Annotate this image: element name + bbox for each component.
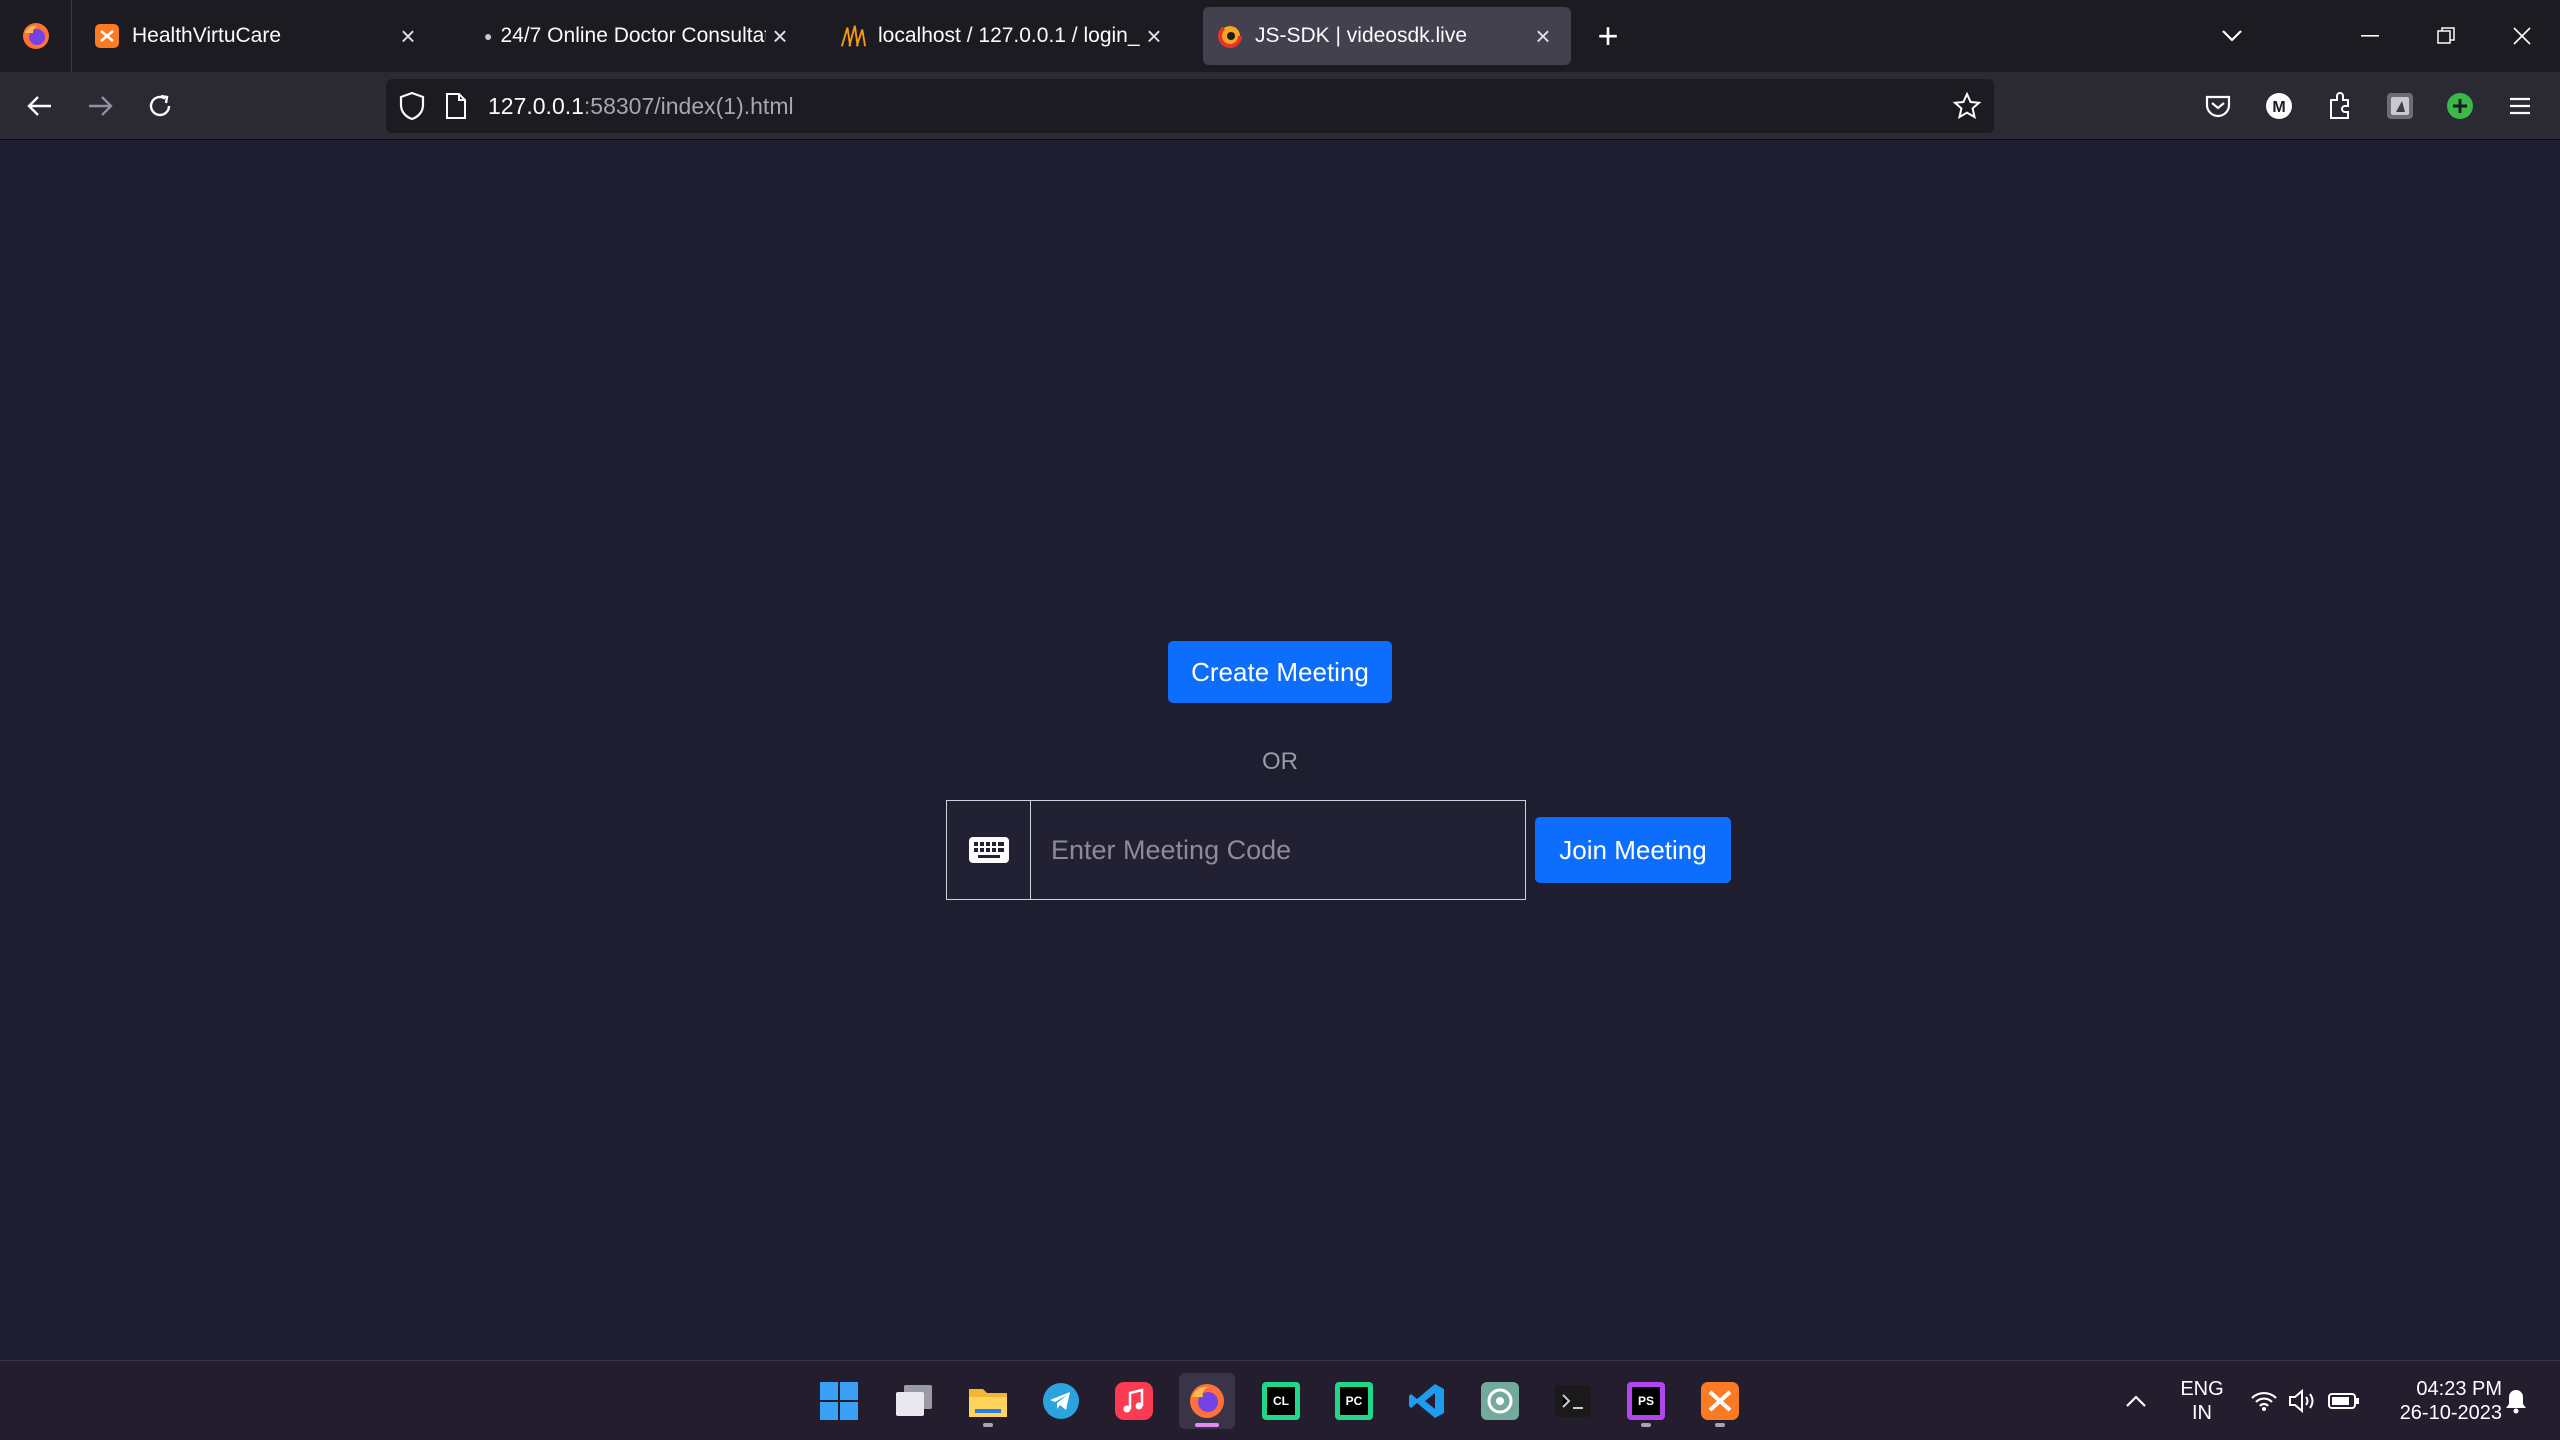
svg-text:PS: PS — [1638, 1394, 1654, 1408]
clock-time: 04:23 PM — [2416, 1378, 2502, 1400]
page-icon[interactable] — [444, 92, 468, 125]
url-path: :58307/index(1).html — [583, 93, 794, 119]
tab-doctor-consultation[interactable]: ● 24/7 Online Doctor Consultation × — [470, 7, 808, 65]
firefox-icon[interactable] — [1179, 1373, 1235, 1429]
forward-button[interactable] — [80, 86, 120, 126]
reload-icon — [149, 94, 171, 117]
tab-title: 24/7 Online Doctor Consultation — [500, 24, 766, 47]
firefox-view-button[interactable] — [0, 0, 72, 72]
svg-text:M: M — [2272, 99, 2285, 116]
minimize-icon — [2361, 35, 2379, 37]
green-extension-icon[interactable] — [2440, 86, 2480, 126]
minimize-button[interactable] — [2350, 18, 2390, 54]
app-menu-icon[interactable] — [2500, 86, 2540, 126]
tab-phpmyadmin[interactable]: localhost / 127.0.0.1 / login_reg × — [826, 7, 1182, 65]
chevron-down-icon — [2222, 30, 2242, 42]
chatgpt-icon[interactable] — [1472, 1373, 1528, 1429]
close-window-button[interactable] — [2502, 18, 2542, 54]
volume-icon[interactable] — [2284, 1361, 2320, 1440]
pocket-icon[interactable] — [2198, 86, 2238, 126]
or-separator: OR — [1262, 748, 1298, 775]
close-icon[interactable]: × — [766, 21, 794, 51]
reload-button[interactable] — [140, 86, 180, 126]
start-icon[interactable] — [811, 1373, 867, 1429]
telegram-icon[interactable] — [1033, 1373, 1089, 1429]
tab-title: HealthVirtuCare — [132, 24, 282, 47]
list-all-tabs-button[interactable] — [2212, 18, 2252, 54]
phpmyadmin-icon — [840, 23, 866, 49]
terminal-icon[interactable] — [1545, 1373, 1601, 1429]
back-button[interactable] — [20, 86, 60, 126]
url-bar[interactable]: 127.0.0.1:58307/index(1).html — [386, 79, 1994, 133]
profile-avatar-icon[interactable]: M — [2259, 86, 2299, 126]
restore-button[interactable] — [2426, 18, 2466, 54]
meeting-code-group — [946, 800, 1526, 900]
clock[interactable]: 04:23 PM 26-10-2023 — [2372, 1361, 2502, 1440]
clion-icon[interactable]: CL — [1253, 1373, 1309, 1429]
firefox-icon — [22, 23, 49, 49]
page-content: Create Meeting OR Join Meeting — [0, 140, 2560, 1360]
create-meeting-button[interactable]: Create Meeting — [1168, 641, 1392, 703]
clock-date: 26-10-2023 — [2399, 1402, 2502, 1424]
url-text[interactable]: 127.0.0.1:58307/index(1).html — [488, 93, 794, 120]
running-indicator — [1641, 1423, 1651, 1427]
language-indicator[interactable]: ENG IN — [2170, 1361, 2234, 1440]
tab-title: JS-SDK | videosdk.live — [1255, 24, 1468, 47]
tab-js-sdk[interactable]: JS-SDK | videosdk.live × — [1203, 7, 1571, 65]
bookmark-star-icon[interactable] — [1952, 91, 1982, 126]
active-indicator — [1195, 1423, 1219, 1427]
tab-healthvirtucare[interactable]: HealthVirtuCare × — [80, 7, 436, 65]
chevron-up-icon — [2126, 1395, 2146, 1407]
keyboard-icon — [947, 801, 1031, 899]
healthvirtucare-icon — [94, 23, 120, 49]
pycharm-icon[interactable]: PC — [1326, 1373, 1382, 1429]
wifi-icon[interactable] — [2246, 1361, 2282, 1440]
tab-title: localhost / 127.0.0.1 / login_reg — [878, 24, 1140, 47]
apple-music-icon[interactable] — [1106, 1373, 1162, 1429]
extensions-icon[interactable] — [2320, 86, 2360, 126]
tab-strip: HealthVirtuCare × ● 24/7 Online Doctor C… — [0, 0, 2560, 72]
close-icon[interactable]: × — [394, 21, 422, 51]
videosdk-icon — [1217, 23, 1243, 49]
region-code: IN — [2192, 1402, 2212, 1424]
file-explorer-icon[interactable] — [960, 1373, 1016, 1429]
vscode-icon[interactable] — [1399, 1373, 1455, 1429]
url-host: 127.0.0.1 — [488, 93, 584, 119]
close-icon[interactable]: × — [1140, 21, 1168, 51]
language-code: ENG — [2180, 1378, 2224, 1400]
running-indicator — [1715, 1423, 1725, 1427]
join-meeting-button[interactable]: Join Meeting — [1535, 817, 1731, 883]
navigation-toolbar: 127.0.0.1:58307/index(1).html M — [0, 72, 2560, 140]
svg-text:CL: CL — [1273, 1394, 1289, 1408]
windows-taskbar: CL PC PS ENG IN 04:23 PM 26-10-2023 — [0, 1360, 2560, 1440]
task-view-icon[interactable] — [886, 1373, 942, 1429]
arrow-left-icon — [27, 96, 51, 116]
dot-icon: ● — [484, 28, 493, 44]
meeting-code-input[interactable] — [1031, 801, 1525, 899]
running-indicator — [983, 1423, 993, 1427]
notification-bell-icon[interactable] — [2496, 1361, 2536, 1440]
xampp-icon[interactable] — [1692, 1373, 1748, 1429]
close-icon[interactable]: × — [1529, 21, 1557, 51]
svg-text:PC: PC — [1346, 1394, 1363, 1408]
restore-icon — [2437, 27, 2455, 44]
shield-icon[interactable] — [398, 91, 426, 126]
close-icon — [2513, 27, 2531, 45]
phpstorm-icon[interactable]: PS — [1618, 1373, 1674, 1429]
battery-icon[interactable] — [2324, 1361, 2364, 1440]
extension-thumbnail-icon[interactable] — [2380, 86, 2420, 126]
new-tab-button[interactable]: + — [1590, 18, 1626, 54]
show-hidden-icons-button[interactable] — [2116, 1361, 2156, 1440]
arrow-right-icon — [89, 96, 113, 116]
